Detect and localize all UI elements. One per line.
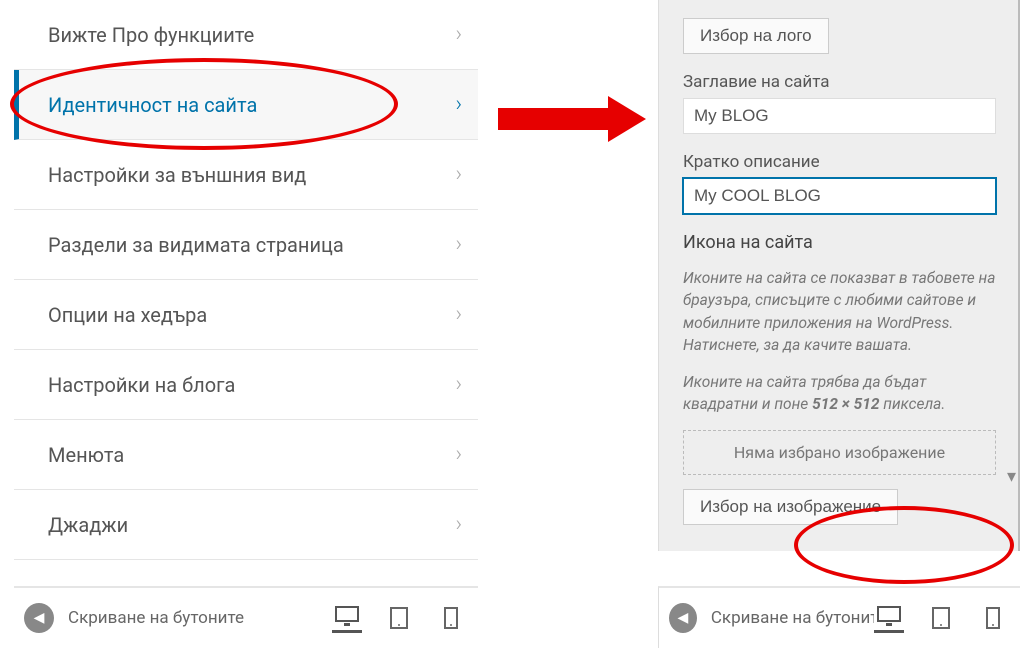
tablet-icon[interactable] (926, 603, 956, 633)
menu-label: Настройки за външния вид (48, 163, 306, 187)
site-title-label: Заглавие на сайта (683, 72, 996, 92)
site-title-input[interactable] (683, 98, 996, 134)
select-image-button[interactable]: Избор на изображение (683, 489, 898, 525)
customizer-menu: Вижте Про функциите › Идентичност на сай… (14, 0, 478, 560)
tagline-label: Кратко описание (683, 152, 996, 172)
menu-blog-settings[interactable]: Настройки на блога › (14, 350, 478, 420)
site-identity-panel: Избор на лого Заглавие на сайта Кратко о… (658, 0, 1020, 551)
no-image-placeholder: Няма избрано изображение (683, 430, 996, 475)
collapse-icon[interactable]: ◀ (24, 603, 54, 633)
chevron-right-icon: › (455, 512, 462, 537)
chevron-right-icon: › (455, 442, 462, 467)
chevron-right-icon: › (455, 92, 462, 117)
footer-bar-left: ◀ Скриване на бутоните (14, 586, 478, 648)
annotation-arrow-icon (498, 94, 648, 144)
menu-label: Джаджи (48, 513, 128, 537)
menu-label: Менюта (48, 443, 124, 467)
site-icon-help: Иконите на сайта се показват в табовете … (683, 267, 996, 357)
footer-bar-right: ◀ Скриване на бутоните (658, 586, 1020, 648)
menu-widgets[interactable]: Джаджи › (14, 490, 478, 560)
chevron-right-icon: › (455, 302, 462, 327)
menu-label: Раздели за видимата страница (48, 233, 344, 257)
chevron-right-icon: › (455, 162, 462, 187)
menu-label: Настройки на блога (48, 373, 235, 397)
menu-label: Идентичност на сайта (48, 93, 257, 117)
desktop-icon[interactable] (874, 603, 904, 633)
menu-frontpage-sections[interactable]: Раздели за видимата страница › (14, 210, 478, 280)
desktop-icon[interactable] (332, 603, 362, 633)
collapse-icon[interactable]: ◀ (669, 603, 697, 633)
menu-site-identity[interactable]: Идентичност на сайта › (14, 70, 478, 140)
site-icon-label: Икона на сайта (683, 232, 996, 253)
collapse-label: Скриване на бутоните (68, 608, 244, 628)
device-preview-icons (874, 603, 1008, 633)
menu-menus[interactable]: Менюта › (14, 420, 478, 490)
device-preview-icons (332, 603, 466, 633)
scroll-down-icon[interactable]: ▾ (1007, 466, 1016, 487)
menu-appearance[interactable]: Настройки за външния вид › (14, 140, 478, 210)
tagline-input[interactable] (683, 178, 996, 214)
menu-header-options[interactable]: Опции на хедъра › (14, 280, 478, 350)
menu-label: Вижте Про функциите (48, 23, 254, 47)
chevron-right-icon: › (455, 22, 462, 47)
menu-label: Опции на хедъра (48, 303, 207, 327)
menu-pro-features[interactable]: Вижте Про функциите › (14, 0, 478, 70)
tablet-icon[interactable] (384, 603, 414, 633)
chevron-right-icon: › (455, 232, 462, 257)
mobile-icon[interactable] (436, 603, 466, 633)
mobile-icon[interactable] (978, 603, 1008, 633)
select-logo-button[interactable]: Избор на лого (683, 18, 829, 54)
collapse-label: Скриване на бутоните (711, 608, 874, 628)
chevron-right-icon: › (455, 372, 462, 397)
site-icon-size-help: Иконите на сайта трябва да бъдат квадрат… (683, 371, 996, 416)
